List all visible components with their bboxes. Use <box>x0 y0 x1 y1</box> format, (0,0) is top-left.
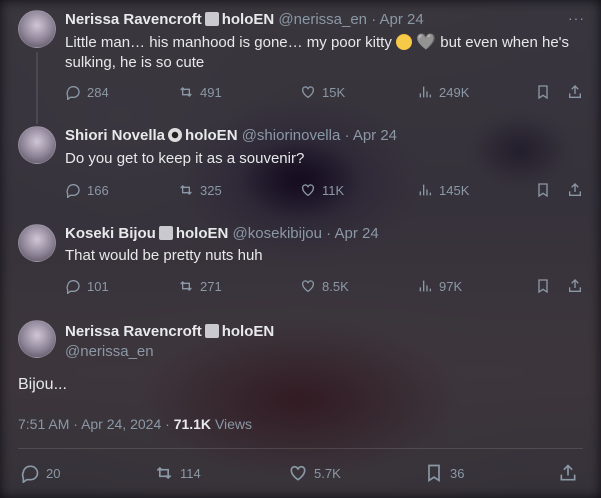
main-tweet-text: Bijou... <box>18 376 67 393</box>
reply-button[interactable]: 20 <box>20 463 60 483</box>
avatar-nerissa-main[interactable] <box>18 320 56 358</box>
like-count: 5.7K <box>314 465 341 481</box>
tweet-date[interactable]: Apr 24, 2024 <box>81 416 161 432</box>
tweet-meta: 7:51 AM · Apr 24, 2024 · 71.1K Views <box>18 416 252 432</box>
display-name[interactable]: Nerissa Ravencroft <box>65 323 202 340</box>
handle[interactable]: @nerissa_en <box>65 342 274 362</box>
heart-icon <box>288 463 308 483</box>
repost-button[interactable]: 114 <box>154 463 201 483</box>
share-icon <box>558 463 578 483</box>
views-label: Views <box>214 416 253 432</box>
main-tweet-header: Nerissa Ravencroft holoEN @nerissa_en <box>65 322 274 362</box>
separator-dot: · <box>165 416 170 432</box>
thread: Nerissa Ravencroft holoEN @nerissa_en · A… <box>0 0 601 498</box>
reply-icon <box>20 463 40 483</box>
separator-dot: · <box>73 416 78 432</box>
book-emoji-icon <box>204 324 219 338</box>
repost-count: 114 <box>180 465 201 481</box>
org-name[interactable]: holoEN <box>222 323 275 340</box>
bookmark-button[interactable]: 36 <box>424 463 464 483</box>
views-count[interactable]: 71.1K <box>174 416 211 432</box>
reply-count: 20 <box>46 465 61 481</box>
repost-icon <box>154 463 174 483</box>
bookmark-count: 36 <box>450 465 465 481</box>
bookmark-icon <box>424 463 444 483</box>
main-action-bar: 20 114 5.7K 36 <box>18 463 583 485</box>
tweet-time[interactable]: 7:51 AM <box>18 416 69 432</box>
main-tweet: Nerissa Ravencroft holoEN @nerissa_en Bij… <box>0 0 601 498</box>
divider <box>18 448 583 449</box>
share-button[interactable] <box>558 463 578 483</box>
like-button[interactable]: 5.7K <box>288 463 341 483</box>
